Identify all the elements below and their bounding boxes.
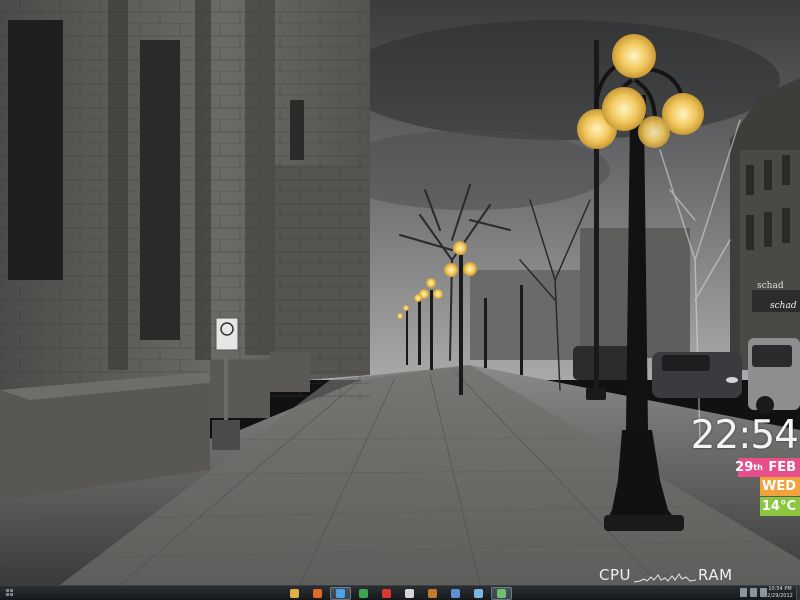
widget-date-month: FEB <box>768 460 796 475</box>
widget-temperature-text: 14°C <box>761 499 796 514</box>
widget-temperature: 14°C <box>760 497 800 516</box>
taskbar-button-app[interactable] <box>468 587 489 600</box>
pdf-reader-icon <box>382 589 391 598</box>
taskbar-button-archive[interactable] <box>422 587 443 600</box>
taskbar-button-media-player[interactable] <box>307 587 328 600</box>
network-status-icon[interactable] <box>750 588 757 597</box>
shop-sign-lower: schad <box>770 301 797 311</box>
taskbar-clock-date: 2/29/2012 <box>767 593 793 599</box>
cpu-graph <box>634 573 696 583</box>
taskbar-button-spreadsheet[interactable] <box>353 587 374 600</box>
terminal-icon <box>497 589 506 598</box>
system-tray <box>740 588 767 597</box>
taskbar-pinned-apps <box>284 586 512 600</box>
widget-weekday: WED <box>760 477 800 496</box>
desktop-wallpaper: schad schad <box>0 0 800 585</box>
widget-time: 22:54 <box>690 413 799 458</box>
taskbar-button-paint[interactable] <box>399 587 420 600</box>
taskbar: 10:54 PM 2/29/2012 <box>0 585 800 600</box>
start-button[interactable] <box>6 589 14 597</box>
network-icon <box>451 589 460 598</box>
taskbar-button-pdf-reader[interactable] <box>376 587 397 600</box>
archive-icon <box>428 589 437 598</box>
taskbar-button-network[interactable] <box>445 587 466 600</box>
widget-date-day: 29 <box>735 460 754 475</box>
widget-weekday-text: WED <box>761 479 796 494</box>
browser-icon <box>336 589 345 598</box>
widget-date: 29th FEB <box>735 458 800 477</box>
folder-icon <box>290 589 299 598</box>
taskbar-button-folder[interactable] <box>284 587 305 600</box>
taskbar-button-browser[interactable] <box>330 587 351 600</box>
media-player-icon <box>313 589 322 598</box>
widget-date-suffix: th <box>753 463 763 472</box>
volume-icon[interactable] <box>740 588 747 597</box>
system-monitor-widget: CPU RAM <box>598 566 748 585</box>
app-icon <box>474 589 483 598</box>
paint-icon <box>405 589 414 598</box>
show-desktop-button[interactable] <box>796 586 800 600</box>
ram-label: RAM <box>698 566 733 584</box>
clock-widget: 22:54 29th FEB WED 14°C <box>691 414 800 518</box>
spreadsheet-icon <box>359 589 368 598</box>
cpu-label: CPU <box>599 566 631 584</box>
taskbar-clock-time: 10:54 PM <box>768 586 792 592</box>
taskbar-button-terminal[interactable] <box>491 587 512 600</box>
shop-sign-upper: schad <box>757 281 784 291</box>
taskbar-clock[interactable]: 10:54 PM 2/29/2012 <box>764 586 796 600</box>
